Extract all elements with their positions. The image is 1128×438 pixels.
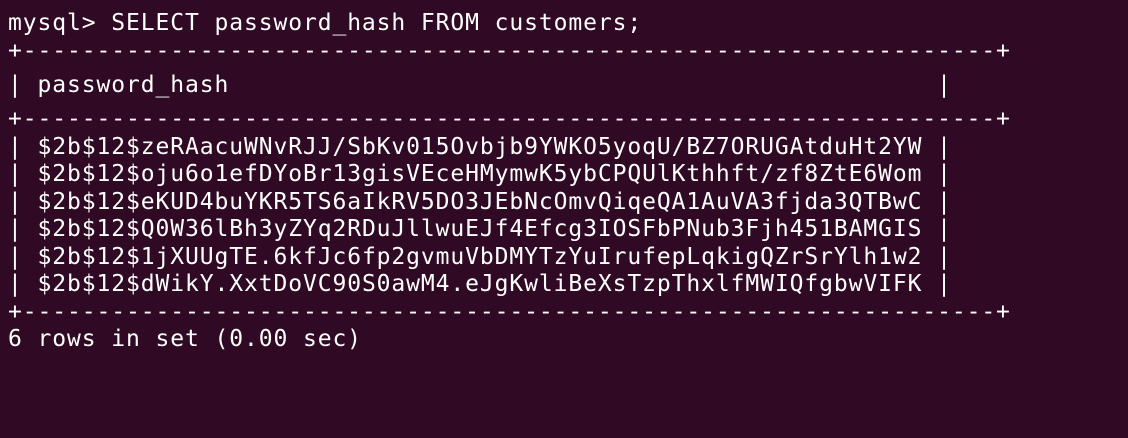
cell-password-hash: $2b$12$eKUD4buYKR5TS6aIkRV5DO3JEbNcOmvQi… bbox=[37, 188, 923, 215]
cell-password-hash: $2b$12$Q0W36lBh3yZYq2RDuJllwuEJf4Efcg3IO… bbox=[37, 216, 923, 242]
cell-password-hash: $2b$12$zeRAacuWNvRJJ/SbKv015Ovbjb9YWKO5y… bbox=[37, 133, 923, 160]
cell-password-hash: $2b$12$dWikY.XxtDoVC90S0awM4.eJgKwliBeXs… bbox=[37, 271, 923, 297]
table-row: | $2b$12$zeRAacuWNvRJJ/SbKv015Ovbjb9YWKO… bbox=[8, 133, 952, 160]
table-row: | $2b$12$oju6o1efDYoBr13gisVEceHMymwK5yb… bbox=[8, 161, 952, 187]
table-border-bottom: +---------------------------------------… bbox=[8, 298, 1011, 325]
cell-password-hash: $2b$12$oju6o1efDYoBr13gisVEceHMymwK5ybCP… bbox=[37, 161, 923, 187]
sql-command: SELECT password_hash FROM customers; bbox=[111, 10, 643, 36]
result-summary: 6 rows in set (0.00 sec) bbox=[8, 326, 362, 352]
terminal-window[interactable]: mysql> SELECT password_hash FROM custome… bbox=[0, 0, 1128, 438]
column-header-password-hash: password_hash bbox=[37, 72, 230, 98]
table-row: | $2b$12$eKUD4buYKR5TS6aIkRV5DO3JEbNcOmv… bbox=[8, 188, 952, 215]
table-row: | $2b$12$1jXUUgTE.6kfJc6fp2gvmuVbDMYTzYu… bbox=[8, 243, 952, 270]
cell-password-hash: $2b$12$1jXUUgTE.6kfJc6fp2gvmuVbDMYTzYuIr… bbox=[37, 243, 923, 270]
table-border-header: +---------------------------------------… bbox=[8, 106, 1011, 132]
table-header-row: | password_hash | bbox=[8, 72, 952, 98]
table-row: | $2b$12$Q0W36lBh3yZYq2RDuJllwuEJf4Efcg3… bbox=[8, 216, 952, 242]
header-padding bbox=[229, 72, 922, 98]
table-border-top: +---------------------------------------… bbox=[8, 37, 1011, 64]
table-row: | $2b$12$dWikY.XxtDoVC90S0awM4.eJgKwliBe… bbox=[8, 271, 952, 297]
mysql-prompt: mysql> bbox=[8, 10, 97, 36]
command-line: mysql> SELECT password_hash FROM custome… bbox=[8, 10, 1128, 38]
